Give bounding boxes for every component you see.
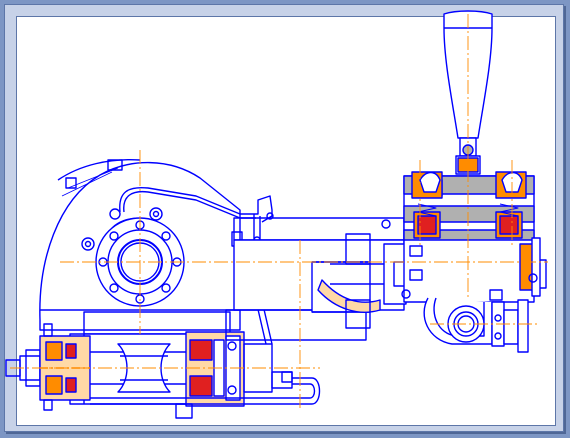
outlet-flange xyxy=(519,237,547,297)
suction-elbow xyxy=(423,297,529,353)
crosshead-guide xyxy=(225,217,405,341)
pump-drawing xyxy=(5,10,548,419)
right-bearing xyxy=(185,331,245,407)
